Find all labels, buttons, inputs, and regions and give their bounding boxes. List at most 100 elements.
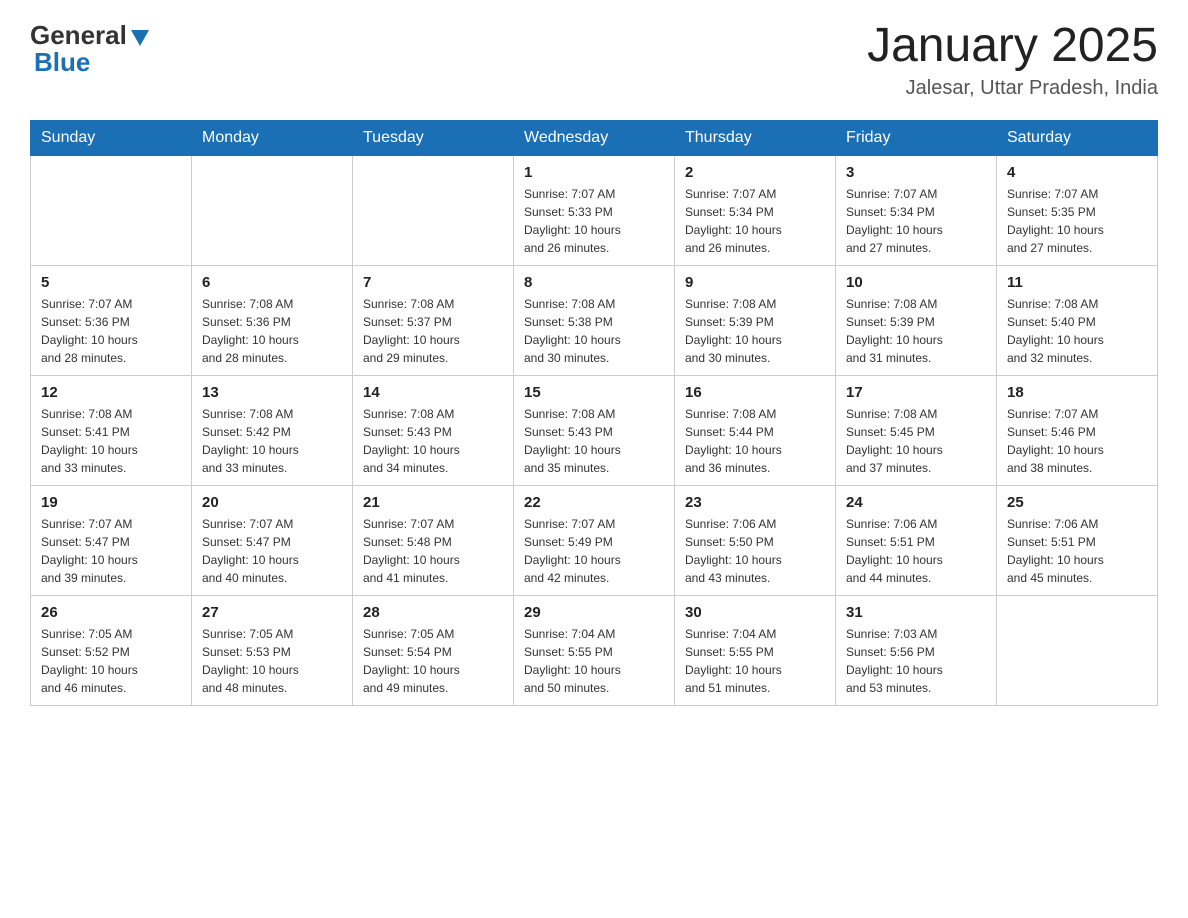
calendar-cell — [192, 155, 353, 265]
day-info: Sunrise: 7:05 AM Sunset: 5:52 PM Dayligh… — [41, 625, 181, 697]
day-info: Sunrise: 7:05 AM Sunset: 5:53 PM Dayligh… — [202, 625, 342, 697]
day-info: Sunrise: 7:08 AM Sunset: 5:43 PM Dayligh… — [363, 405, 503, 477]
day-number: 25 — [1007, 494, 1147, 511]
calendar-cell — [353, 155, 514, 265]
page-header: General Blue January 2025 Jalesar, Uttar… — [30, 20, 1158, 100]
day-info: Sunrise: 7:08 AM Sunset: 5:36 PM Dayligh… — [202, 295, 342, 367]
day-number: 30 — [685, 604, 825, 621]
calendar-cell: 7Sunrise: 7:08 AM Sunset: 5:37 PM Daylig… — [353, 265, 514, 375]
calendar-week-row: 19 Sunrise: 7:07 AM Sunset: 5:47 PM Dayli… — [31, 485, 1158, 595]
day-number: 24 — [846, 494, 986, 511]
calendar-cell: 4 Sunrise: 7:07 AM Sunset: 5:35 PM Daylig… — [997, 155, 1158, 265]
logo: General Blue — [30, 20, 151, 78]
day-info: Sunrise: 7:08 AM Sunset: 5:44 PM Dayligh… — [685, 405, 825, 477]
calendar-cell: 28 Sunrise: 7:05 AM Sunset: 5:54 PM Dayli… — [353, 595, 514, 705]
calendar-cell: 11 Sunrise: 7:08 AM Sunset: 5:40 PM Dayli… — [997, 265, 1158, 375]
weekday-header-monday: Monday — [192, 120, 353, 155]
calendar-week-row: 12Sunrise: 7:08 AM Sunset: 5:41 PM Dayli… — [31, 375, 1158, 485]
day-info: Sunrise: 7:08 AM Sunset: 5:38 PM Dayligh… — [524, 295, 664, 367]
calendar-cell: 17 Sunrise: 7:08 AM Sunset: 5:45 PM Dayli… — [836, 375, 997, 485]
day-info: Sunrise: 7:08 AM Sunset: 5:42 PM Dayligh… — [202, 405, 342, 477]
day-number: 9 — [685, 274, 825, 291]
day-info: Sunrise: 7:07 AM Sunset: 5:47 PM Dayligh… — [41, 515, 181, 587]
day-info: Sunrise: 7:07 AM Sunset: 5:33 PM Dayligh… — [524, 185, 664, 257]
calendar-cell: 3Sunrise: 7:07 AM Sunset: 5:34 PM Daylig… — [836, 155, 997, 265]
weekday-header-thursday: Thursday — [675, 120, 836, 155]
day-info: Sunrise: 7:08 AM Sunset: 5:39 PM Dayligh… — [685, 295, 825, 367]
day-number: 15 — [524, 384, 664, 401]
day-number: 28 — [363, 604, 503, 621]
calendar-cell: 5 Sunrise: 7:07 AM Sunset: 5:36 PM Daylig… — [31, 265, 192, 375]
day-info: Sunrise: 7:04 AM Sunset: 5:55 PM Dayligh… — [685, 625, 825, 697]
weekday-header-sunday: Sunday — [31, 120, 192, 155]
day-info: Sunrise: 7:07 AM Sunset: 5:49 PM Dayligh… — [524, 515, 664, 587]
calendar-cell: 15 Sunrise: 7:08 AM Sunset: 5:43 PM Dayli… — [514, 375, 675, 485]
calendar-cell: 16 Sunrise: 7:08 AM Sunset: 5:44 PM Dayli… — [675, 375, 836, 485]
calendar-subtitle: Jalesar, Uttar Pradesh, India — [867, 77, 1158, 100]
day-number: 7 — [363, 274, 503, 291]
calendar-cell: 24 Sunrise: 7:06 AM Sunset: 5:51 PM Dayli… — [836, 485, 997, 595]
calendar-cell: 12Sunrise: 7:08 AM Sunset: 5:41 PM Dayli… — [31, 375, 192, 485]
calendar-cell: 30 Sunrise: 7:04 AM Sunset: 5:55 PM Dayli… — [675, 595, 836, 705]
calendar-week-row: 5 Sunrise: 7:07 AM Sunset: 5:36 PM Daylig… — [31, 265, 1158, 375]
day-number: 16 — [685, 384, 825, 401]
day-info: Sunrise: 7:06 AM Sunset: 5:51 PM Dayligh… — [846, 515, 986, 587]
day-info: Sunrise: 7:08 AM Sunset: 5:43 PM Dayligh… — [524, 405, 664, 477]
calendar-cell: 25Sunrise: 7:06 AM Sunset: 5:51 PM Dayli… — [997, 485, 1158, 595]
day-number: 22 — [524, 494, 664, 511]
calendar-cell: 31 Sunrise: 7:03 AM Sunset: 5:56 PM Dayli… — [836, 595, 997, 705]
day-number: 27 — [202, 604, 342, 621]
weekday-header-friday: Friday — [836, 120, 997, 155]
logo-triangle-icon — [129, 26, 151, 48]
calendar-cell: 13Sunrise: 7:08 AM Sunset: 5:42 PM Dayli… — [192, 375, 353, 485]
calendar-cell: 8 Sunrise: 7:08 AM Sunset: 5:38 PM Daylig… — [514, 265, 675, 375]
day-number: 18 — [1007, 384, 1147, 401]
day-number: 20 — [202, 494, 342, 511]
day-info: Sunrise: 7:08 AM Sunset: 5:39 PM Dayligh… — [846, 295, 986, 367]
day-number: 11 — [1007, 274, 1147, 291]
day-number: 5 — [41, 274, 181, 291]
calendar-table: SundayMondayTuesdayWednesdayThursdayFrid… — [30, 120, 1158, 706]
day-number: 14 — [363, 384, 503, 401]
day-info: Sunrise: 7:07 AM Sunset: 5:36 PM Dayligh… — [41, 295, 181, 367]
weekday-header-wednesday: Wednesday — [514, 120, 675, 155]
day-number: 4 — [1007, 164, 1147, 181]
day-info: Sunrise: 7:07 AM Sunset: 5:46 PM Dayligh… — [1007, 405, 1147, 477]
calendar-cell: 19 Sunrise: 7:07 AM Sunset: 5:47 PM Dayli… — [31, 485, 192, 595]
day-info: Sunrise: 7:08 AM Sunset: 5:45 PM Dayligh… — [846, 405, 986, 477]
calendar-cell: 10 Sunrise: 7:08 AM Sunset: 5:39 PM Dayli… — [836, 265, 997, 375]
weekday-header-saturday: Saturday — [997, 120, 1158, 155]
calendar-cell — [997, 595, 1158, 705]
weekday-header-tuesday: Tuesday — [353, 120, 514, 155]
day-number: 31 — [846, 604, 986, 621]
calendar-title: January 2025 — [867, 20, 1158, 73]
day-number: 12 — [41, 384, 181, 401]
day-number: 17 — [846, 384, 986, 401]
day-info: Sunrise: 7:08 AM Sunset: 5:40 PM Dayligh… — [1007, 295, 1147, 367]
day-number: 19 — [41, 494, 181, 511]
day-info: Sunrise: 7:04 AM Sunset: 5:55 PM Dayligh… — [524, 625, 664, 697]
day-info: Sunrise: 7:07 AM Sunset: 5:47 PM Dayligh… — [202, 515, 342, 587]
day-number: 26 — [41, 604, 181, 621]
calendar-cell — [31, 155, 192, 265]
calendar-week-row: 26 Sunrise: 7:05 AM Sunset: 5:52 PM Dayli… — [31, 595, 1158, 705]
day-info: Sunrise: 7:07 AM Sunset: 5:48 PM Dayligh… — [363, 515, 503, 587]
day-info: Sunrise: 7:03 AM Sunset: 5:56 PM Dayligh… — [846, 625, 986, 697]
day-info: Sunrise: 7:07 AM Sunset: 5:35 PM Dayligh… — [1007, 185, 1147, 257]
calendar-cell: 2Sunrise: 7:07 AM Sunset: 5:34 PM Daylig… — [675, 155, 836, 265]
calendar-cell: 1Sunrise: 7:07 AM Sunset: 5:33 PM Daylig… — [514, 155, 675, 265]
calendar-cell: 20 Sunrise: 7:07 AM Sunset: 5:47 PM Dayli… — [192, 485, 353, 595]
calendar-header-row: SundayMondayTuesdayWednesdayThursdayFrid… — [31, 120, 1158, 155]
calendar-week-row: 1Sunrise: 7:07 AM Sunset: 5:33 PM Daylig… — [31, 155, 1158, 265]
calendar-cell: 6 Sunrise: 7:08 AM Sunset: 5:36 PM Daylig… — [192, 265, 353, 375]
calendar-cell: 29Sunrise: 7:04 AM Sunset: 5:55 PM Dayli… — [514, 595, 675, 705]
logo-blue-text: Blue — [34, 47, 90, 77]
calendar-cell: 14 Sunrise: 7:08 AM Sunset: 5:43 PM Dayli… — [353, 375, 514, 485]
day-number: 23 — [685, 494, 825, 511]
calendar-cell: 21Sunrise: 7:07 AM Sunset: 5:48 PM Dayli… — [353, 485, 514, 595]
day-number: 6 — [202, 274, 342, 291]
day-number: 10 — [846, 274, 986, 291]
day-info: Sunrise: 7:05 AM Sunset: 5:54 PM Dayligh… — [363, 625, 503, 697]
day-number: 8 — [524, 274, 664, 291]
day-number: 2 — [685, 164, 825, 181]
